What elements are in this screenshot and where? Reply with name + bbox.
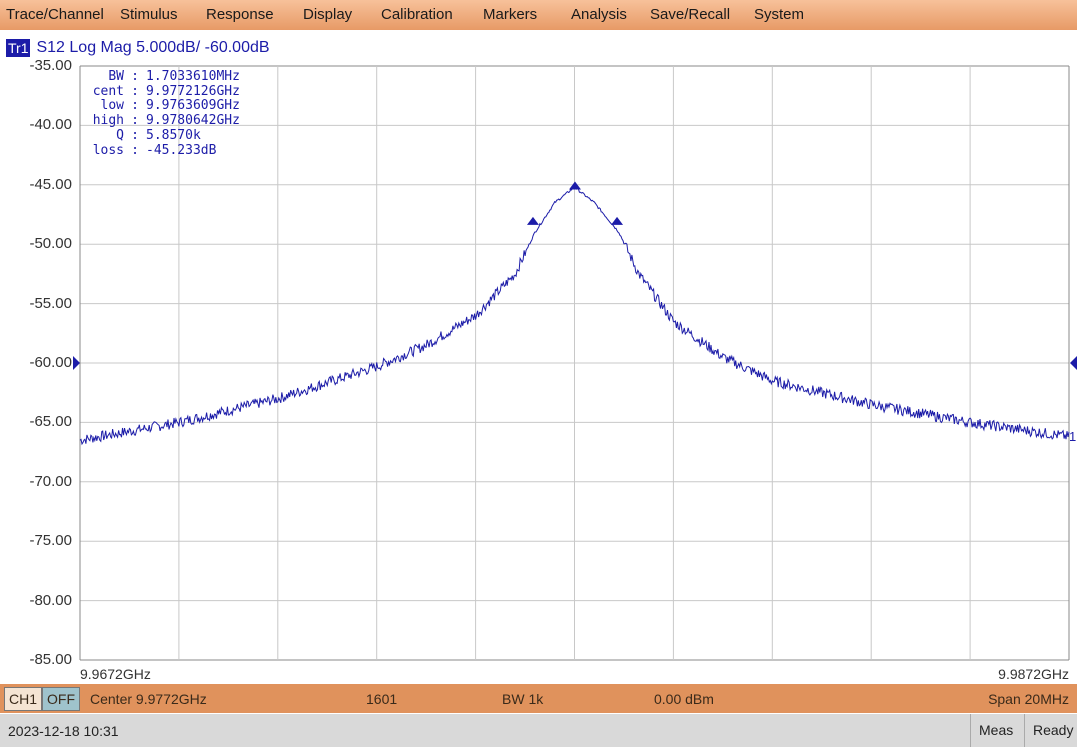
y-tick-label: -70.00 (29, 472, 72, 490)
marker-triangle-icon (611, 216, 624, 225)
readout-label: low (100, 98, 124, 114)
channel-button[interactable]: CH1 (4, 686, 43, 711)
bottom-status-bar: 2023-12-18 10:31 Meas Ready (0, 714, 1077, 747)
readout-label: cent (92, 83, 124, 99)
readout-value: 9.9763609GHz (146, 98, 240, 114)
readout-row: Q:5.8570k (84, 127, 240, 144)
readout-separator: : (131, 83, 139, 99)
y-tick-label: -55.00 (29, 294, 72, 312)
menu-markers[interactable]: Markers (477, 0, 543, 30)
readout-separator: : (131, 142, 139, 158)
y-tick-label: -40.00 (29, 116, 72, 134)
marker-readout: BW:1.7033610MHz cent:9.9772126GHz low:9.97… (84, 69, 240, 159)
y-tick-label: -35.00 (29, 57, 72, 74)
trace-format-label: S12 Log Mag 5.000dB/ -60.00dB (36, 39, 270, 56)
readout-value: 1.7033610MHz (146, 69, 240, 84)
readout-row: cent:9.9772126GHz (84, 83, 240, 100)
span-frequency[interactable]: Span 20MHz (988, 691, 1069, 707)
menu-trace-channel[interactable]: Trace/Channel (0, 0, 110, 30)
trace-end-label: 1 (1069, 429, 1076, 444)
menu-system[interactable]: System (748, 0, 810, 30)
y-tick-label: -60.00 (29, 354, 72, 371)
marker-triangle-icon (568, 181, 581, 190)
marker-triangle-icon (526, 216, 539, 225)
readout-row: BW:1.7033610MHz (84, 69, 240, 85)
trace-badge[interactable]: Tr1 (6, 39, 31, 57)
readout-row: loss: -45.233dB (84, 142, 240, 159)
menu-save-recall[interactable]: Save/Recall (644, 0, 736, 30)
y-tick-label: -75.00 (29, 532, 72, 550)
trace-title[interactable]: Tr1 S12 Log Mag 5.000dB/ -60.00dB (6, 38, 270, 58)
readout-value: 5.8570k (146, 127, 201, 143)
readout-separator: : (131, 113, 139, 129)
readout-row: high:9.9780642GHz (84, 113, 240, 129)
off-button[interactable]: OFF (42, 686, 81, 711)
if-bandwidth[interactable]: BW 1k (502, 691, 543, 707)
channel-status-bar: CH1 OFF Center 9.9772GHz 1601 BW 1k 0.00… (0, 684, 1077, 713)
menu-calibration[interactable]: Calibration (375, 0, 459, 30)
menu-display[interactable]: Display (297, 0, 358, 30)
x-start-label: 9.9672GHz (80, 666, 151, 682)
y-tick-label: -65.00 (29, 413, 72, 431)
points-count[interactable]: 1601 (366, 691, 397, 707)
meas-status[interactable]: Meas (970, 714, 1021, 747)
y-tick-label: -45.00 (29, 175, 72, 193)
readout-separator: : (131, 98, 139, 114)
readout-row: low:9.9763609GHz (84, 99, 240, 114)
readout-separator: : (131, 69, 139, 84)
readout-label: high (92, 113, 124, 129)
readout-value: 9.9772126GHz (146, 83, 240, 99)
y-tick-label: -80.00 (29, 591, 72, 609)
datetime: 2023-12-18 10:31 (8, 722, 119, 739)
readout-value: 9.9780642GHz (146, 113, 240, 129)
menu-analysis[interactable]: Analysis (565, 0, 633, 30)
y-tick-label: -50.00 (29, 235, 72, 253)
center-frequency[interactable]: Center 9.9772GHz (90, 691, 207, 707)
y-tick-label: -85.00 (29, 651, 72, 668)
source-power[interactable]: 0.00 dBm (654, 691, 714, 707)
readout-label: loss (92, 142, 124, 158)
readout-label: Q (116, 127, 124, 143)
readout-label: BW (108, 69, 124, 84)
ready-status: Ready (1024, 714, 1077, 747)
menu-bar: Trace/Channel Stimulus Response Display Cali… (0, 0, 1077, 30)
menu-stimulus[interactable]: Stimulus (114, 0, 184, 30)
menu-response[interactable]: Response (200, 0, 280, 30)
reference-left-icon (73, 356, 80, 370)
x-stop-label: 9.9872GHz (998, 666, 1069, 682)
readout-value: -45.233dB (146, 142, 217, 158)
readout-separator: : (131, 127, 139, 143)
reference-right-icon (1070, 356, 1077, 370)
